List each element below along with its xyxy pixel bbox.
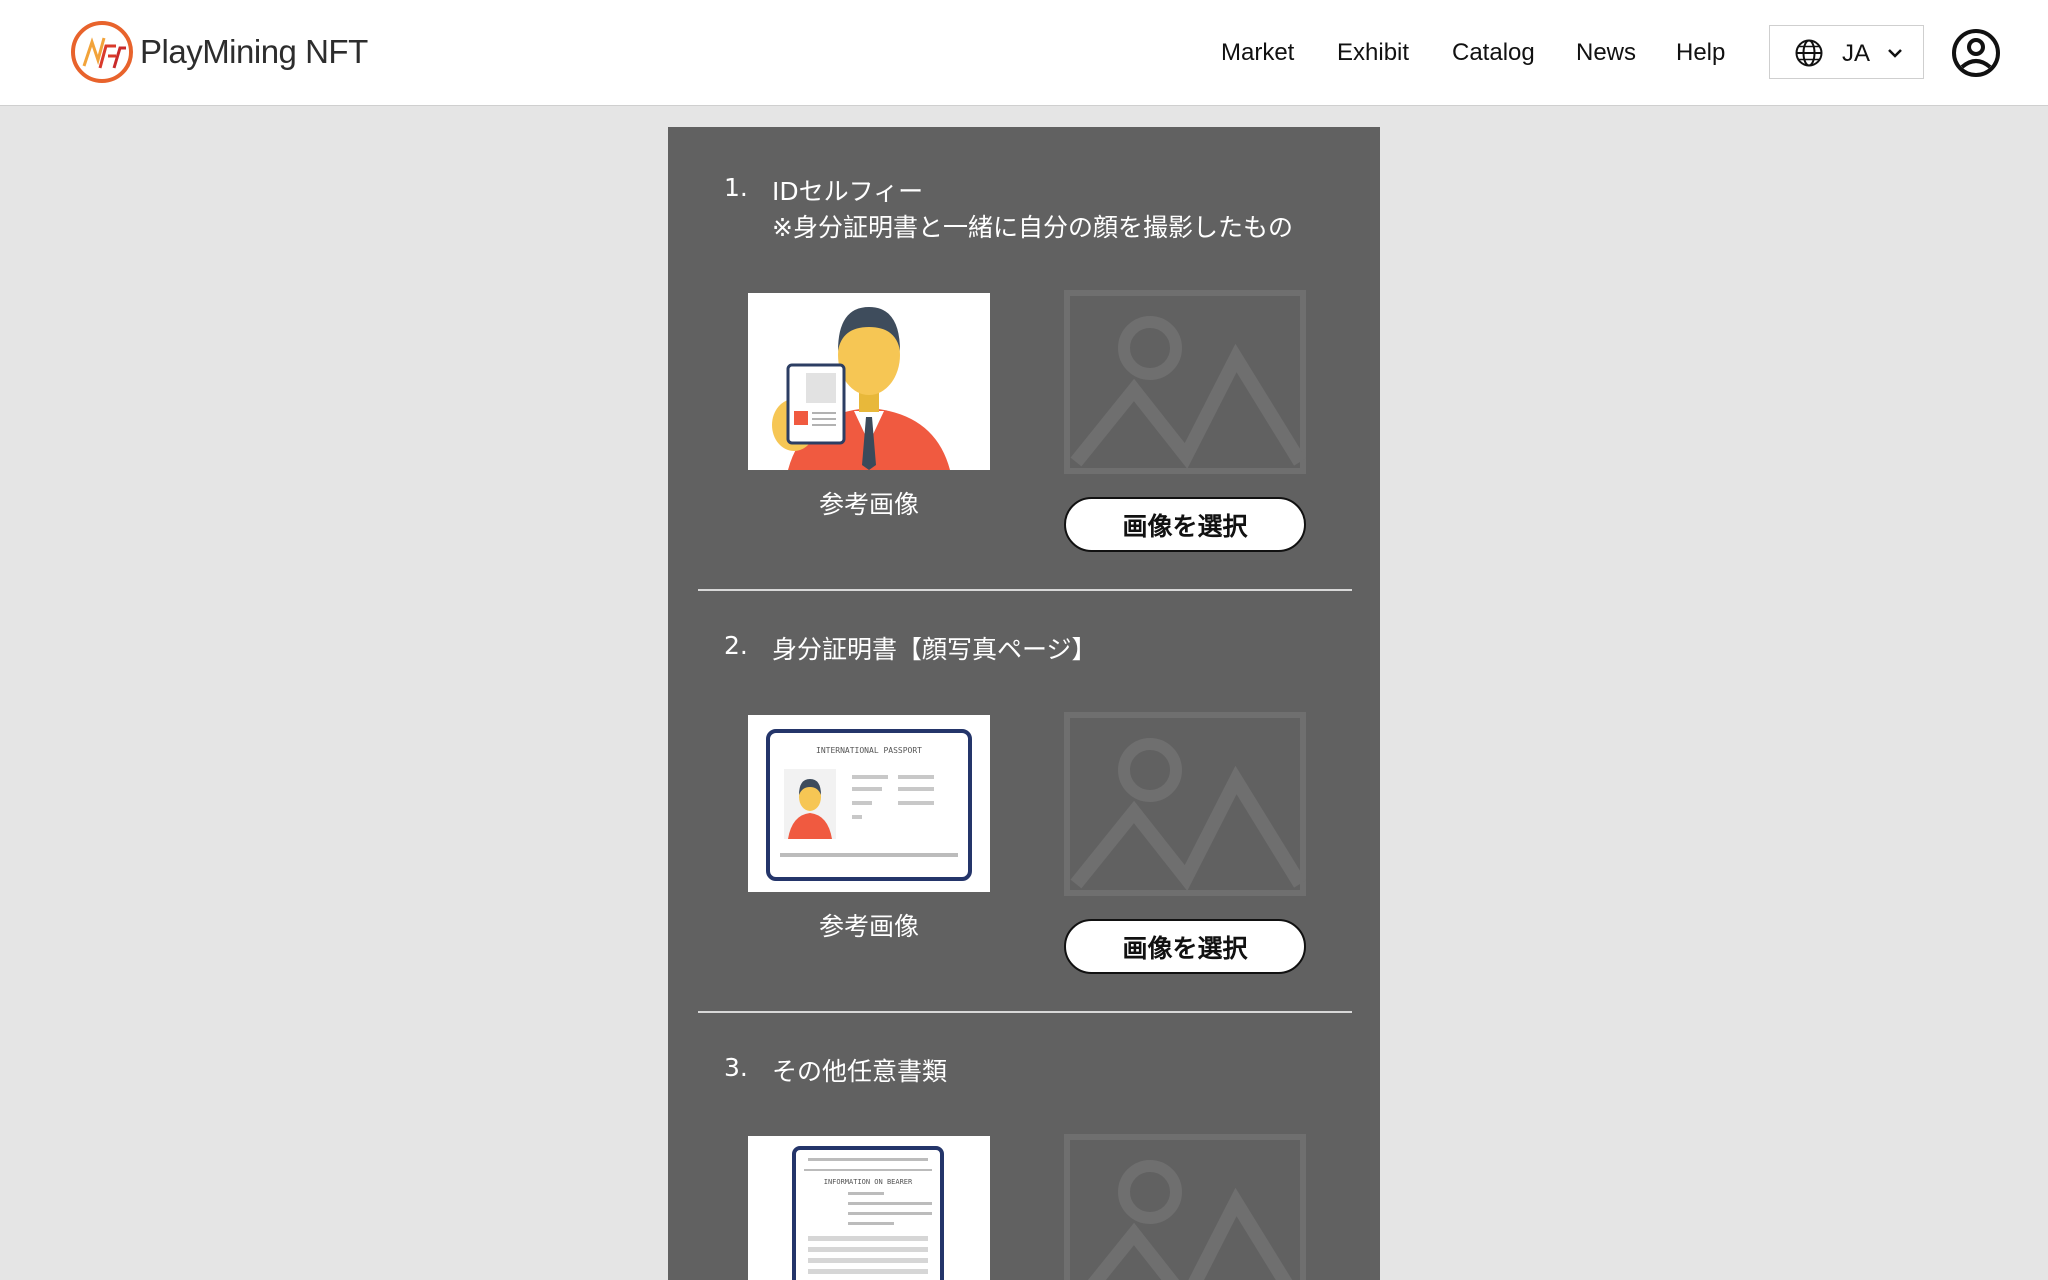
reference-caption: 参考画像: [818, 490, 919, 519]
language-code: JA: [1842, 40, 1871, 67]
nav-item-catalog[interactable]: Catalog: [1452, 39, 1535, 67]
site-header: PlayMining NFT Market Exhibit Catalog Ne…: [0, 0, 2048, 106]
document-upload-panel: 1. IDセルフィー ※身分証明書と一緒に自分の顔を撮影したもの 参考画像 画像…: [668, 127, 1380, 1280]
step-title: その他任意書類: [772, 1057, 948, 1086]
nav-item-exhibit[interactable]: Exhibit: [1337, 39, 1409, 67]
chevron-down-icon: [1888, 49, 1902, 58]
passport-header: INTERNATIONAL PASSPORT: [816, 746, 922, 755]
reference-image-selfie: [748, 293, 990, 470]
step-title: 身分証明書【顔写真ページ】: [772, 635, 1097, 664]
reference-image-passport: INTERNATIONAL PASSPORT: [748, 715, 990, 892]
select-image-button[interactable]: 画像を選択: [1064, 919, 1306, 974]
reference-caption: 参考画像: [818, 912, 919, 941]
nav-item-help[interactable]: Help: [1676, 39, 1725, 67]
step-number: 1.: [724, 173, 748, 202]
image-placeholder-icon[interactable]: [1064, 1134, 1306, 1280]
select-image-button[interactable]: 画像を選択: [1064, 497, 1306, 552]
document-header: INFORMATION ON BEARER: [824, 1178, 913, 1186]
reference-image-document: INFORMATION ON BEARER: [748, 1136, 990, 1280]
step-number: 3.: [724, 1053, 748, 1082]
playmining-logo-icon: [71, 21, 133, 83]
section-divider: [698, 1011, 1352, 1013]
image-placeholder-icon[interactable]: [1064, 712, 1306, 896]
step-subtitle: ※身分証明書と一緒に自分の顔を撮影したもの: [772, 213, 1293, 242]
globe-icon: [1795, 39, 1823, 67]
nav-item-market[interactable]: Market: [1221, 39, 1294, 67]
language-selector[interactable]: JA: [1769, 25, 1924, 79]
nav-item-news[interactable]: News: [1576, 39, 1636, 67]
section-divider: [698, 589, 1352, 591]
image-placeholder-icon[interactable]: [1064, 290, 1306, 474]
step-number: 2.: [724, 631, 748, 660]
step-title: IDセルフィー: [772, 177, 924, 206]
brand-name: PlayMining NFT: [140, 33, 368, 70]
brand-logo[interactable]: PlayMining NFT: [70, 20, 368, 84]
account-circle-icon[interactable]: [1951, 28, 2001, 78]
